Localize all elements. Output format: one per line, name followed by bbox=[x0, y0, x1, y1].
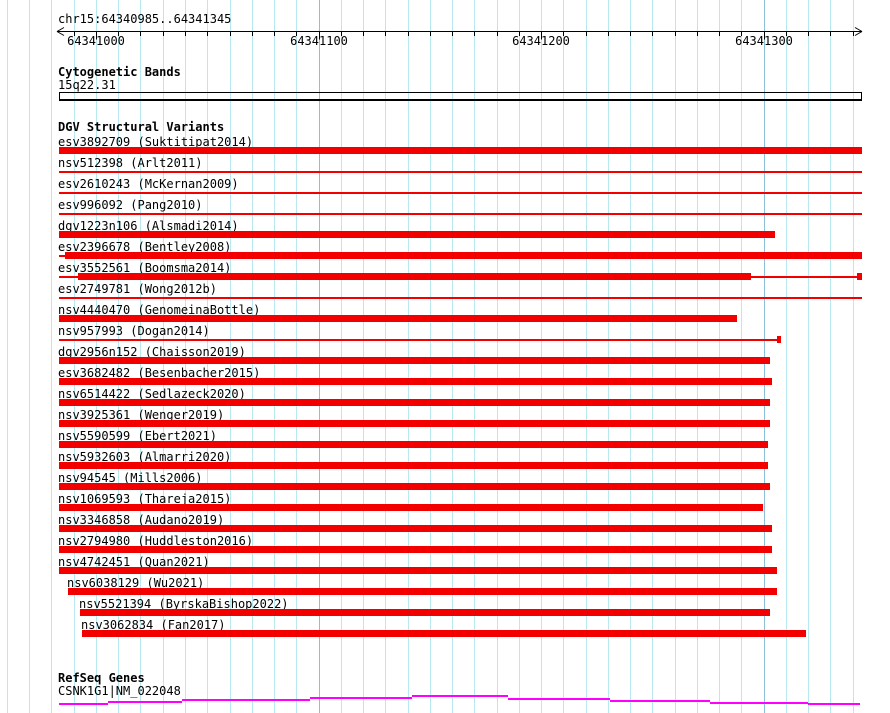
variant-label[interactable]: nsv957993 (Dogan2014) bbox=[58, 325, 210, 337]
gene-line-segment[interactable] bbox=[59, 703, 108, 705]
genome-browser-view: chr15:64340985..64341345 64341000 6434110… bbox=[0, 0, 890, 713]
variant-label[interactable]: esv2749781 (Wong2012b) bbox=[58, 283, 217, 295]
variant-label[interactable]: esv996092 (Pang2010) bbox=[58, 199, 203, 211]
variant-label[interactable]: nsv512398 (Arlt2011) bbox=[58, 157, 203, 169]
variant-bar-segment[interactable] bbox=[59, 171, 862, 173]
grid-line-minor bbox=[7, 0, 8, 713]
ruler-tick-label: 64341100 bbox=[290, 34, 348, 48]
cytoband-bar bbox=[59, 92, 862, 101]
dgv-variants-track: esv3892709 (Suktitipat2014) nsv512398 (Ar… bbox=[0, 0, 890, 713]
ruler-tick-label: 64341000 bbox=[67, 34, 125, 48]
variant-bar-segment[interactable] bbox=[59, 357, 770, 364]
variant-bar-segment[interactable] bbox=[59, 231, 775, 238]
variant-bar-segment[interactable] bbox=[59, 192, 862, 194]
variant-bar-segment[interactable] bbox=[59, 213, 862, 215]
cytoband-label: 15q22.31 bbox=[58, 78, 116, 92]
variant-bar-segment[interactable] bbox=[78, 273, 751, 280]
variant-bar-segment[interactable] bbox=[59, 420, 770, 427]
gene-label[interactable]: CSNK1G1|NM_022048 bbox=[58, 685, 181, 697]
variant-bar-segment[interactable] bbox=[857, 273, 862, 280]
ruler-tick-label: 64341300 bbox=[735, 34, 793, 48]
grid-line-minor bbox=[808, 0, 809, 713]
variant-bar-segment[interactable] bbox=[59, 567, 777, 574]
grid-line-minor bbox=[853, 0, 854, 713]
section-header-dgv-structural-variants: DGV Structural Variants bbox=[58, 120, 225, 134]
region-position-label: chr15:64340985..64341345 bbox=[58, 12, 232, 26]
grid-line-minor bbox=[830, 0, 831, 713]
variant-bar-segment[interactable] bbox=[68, 588, 777, 595]
section-header-cytogenetic-bands: Cytogenetic Bands bbox=[58, 65, 181, 79]
gene-line-segment[interactable] bbox=[508, 698, 610, 700]
variant-bar-segment[interactable] bbox=[59, 315, 737, 322]
variant-bar-segment[interactable] bbox=[59, 276, 78, 278]
grid-line-minor bbox=[786, 0, 787, 713]
variant-bar-segment[interactable] bbox=[59, 297, 862, 299]
variant-bar-segment[interactable] bbox=[59, 378, 772, 385]
variant-bar-segment[interactable] bbox=[751, 276, 857, 278]
gene-line-segment[interactable] bbox=[808, 703, 860, 705]
gene-line-segment[interactable] bbox=[412, 695, 508, 697]
variant-bar-segment[interactable] bbox=[59, 546, 772, 553]
gene-line-segment[interactable] bbox=[610, 700, 710, 702]
variant-bar-segment[interactable] bbox=[80, 609, 770, 616]
variant-bar-segment[interactable] bbox=[59, 483, 770, 490]
variant-bar-segment[interactable] bbox=[65, 252, 862, 259]
variant-bar-segment[interactable] bbox=[59, 399, 770, 406]
variant-bar-segment[interactable] bbox=[777, 336, 781, 343]
variant-label[interactable]: esv2610243 (McKernan2009) bbox=[58, 178, 239, 190]
gene-line-segment[interactable] bbox=[310, 697, 412, 699]
variant-bar-segment[interactable] bbox=[59, 462, 768, 469]
variant-bar-segment[interactable] bbox=[59, 525, 772, 532]
gene-line-segment[interactable] bbox=[182, 699, 310, 701]
variant-bar-segment[interactable] bbox=[59, 441, 768, 448]
grid-line-minor bbox=[51, 0, 52, 713]
grid-line-minor bbox=[29, 0, 30, 713]
variant-bar-segment[interactable] bbox=[59, 339, 777, 341]
variant-bar-segment[interactable] bbox=[59, 147, 862, 154]
ruler-tick-label: 64341200 bbox=[512, 34, 570, 48]
variant-bar-segment[interactable] bbox=[82, 630, 806, 637]
variant-bar-segment[interactable] bbox=[59, 504, 763, 511]
section-header-refseq-genes: RefSeq Genes bbox=[58, 671, 145, 685]
gene-line-segment[interactable] bbox=[710, 702, 808, 704]
gene-line-segment[interactable] bbox=[108, 701, 182, 703]
